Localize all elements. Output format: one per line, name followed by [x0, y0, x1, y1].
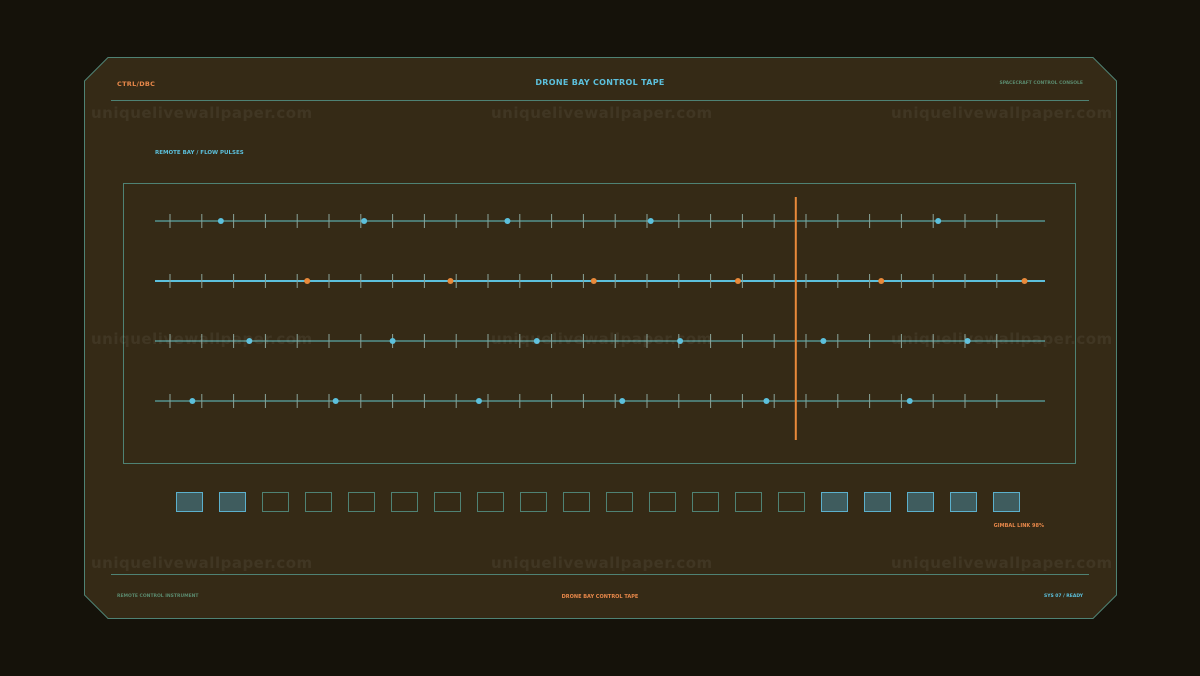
pulse-marker[interactable]	[447, 278, 454, 284]
channel-cell[interactable]	[821, 492, 848, 512]
watermark: uniquelivewallpaper.com	[891, 330, 1113, 348]
channel-cell[interactable]	[520, 492, 547, 512]
channel-cell[interactable]	[391, 492, 418, 512]
gimbal-link-status: GIMBAL LINK 98%	[993, 523, 1044, 529]
channel-cell[interactable]	[692, 492, 719, 512]
channel-cell[interactable]	[434, 492, 461, 512]
channel-cell[interactable]	[606, 492, 633, 512]
watermark: uniquelivewallpaper.com	[91, 554, 313, 572]
pulse-marker[interactable]	[878, 278, 885, 284]
footer-divider	[111, 574, 1089, 575]
channel-cell[interactable]	[563, 492, 590, 512]
pulse-marker[interactable]	[590, 278, 597, 284]
pulse-marker[interactable]	[217, 218, 224, 224]
pulse-marker[interactable]	[304, 278, 311, 284]
pulse-marker[interactable]	[1021, 278, 1028, 284]
channel-cell[interactable]	[778, 492, 805, 512]
pulse-marker[interactable]	[619, 398, 626, 404]
pulse-marker[interactable]	[389, 338, 396, 344]
pulse-marker[interactable]	[332, 398, 339, 404]
channel-cell[interactable]	[950, 492, 977, 512]
pulse-marker[interactable]	[647, 218, 654, 224]
channel-cell[interactable]	[477, 492, 504, 512]
channel-cell[interactable]	[262, 492, 289, 512]
pulse-marker[interactable]	[820, 338, 827, 344]
channel-cell[interactable]	[219, 492, 246, 512]
watermark: uniquelivewallpaper.com	[491, 330, 713, 348]
channel-cell[interactable]	[649, 492, 676, 512]
watermark: uniquelivewallpaper.com	[91, 330, 313, 348]
channel-cell[interactable]	[176, 492, 203, 512]
channel-cell[interactable]	[907, 492, 934, 512]
watermark: uniquelivewallpaper.com	[491, 554, 713, 572]
channel-cell[interactable]	[864, 492, 891, 512]
footer-title: DRONE BAY CONTROL TAPE	[561, 594, 639, 600]
pulse-marker[interactable]	[475, 398, 482, 404]
pulse-marker[interactable]	[906, 398, 913, 404]
system-status: SYS 07 / READY	[1043, 594, 1083, 599]
channel-cell[interactable]	[993, 492, 1020, 512]
pulse-marker[interactable]	[763, 398, 770, 404]
pulse-marker[interactable]	[361, 218, 368, 224]
channel-cell[interactable]	[348, 492, 375, 512]
pulse-marker[interactable]	[504, 218, 511, 224]
channel-cell[interactable]	[305, 492, 332, 512]
channel-cell[interactable]	[735, 492, 762, 512]
watermark: uniquelivewallpaper.com	[891, 554, 1113, 572]
channel-cell-strip	[176, 492, 1024, 514]
pulse-marker[interactable]	[189, 398, 196, 404]
pulse-marker[interactable]	[935, 218, 942, 224]
pulse-marker[interactable]	[734, 278, 741, 284]
